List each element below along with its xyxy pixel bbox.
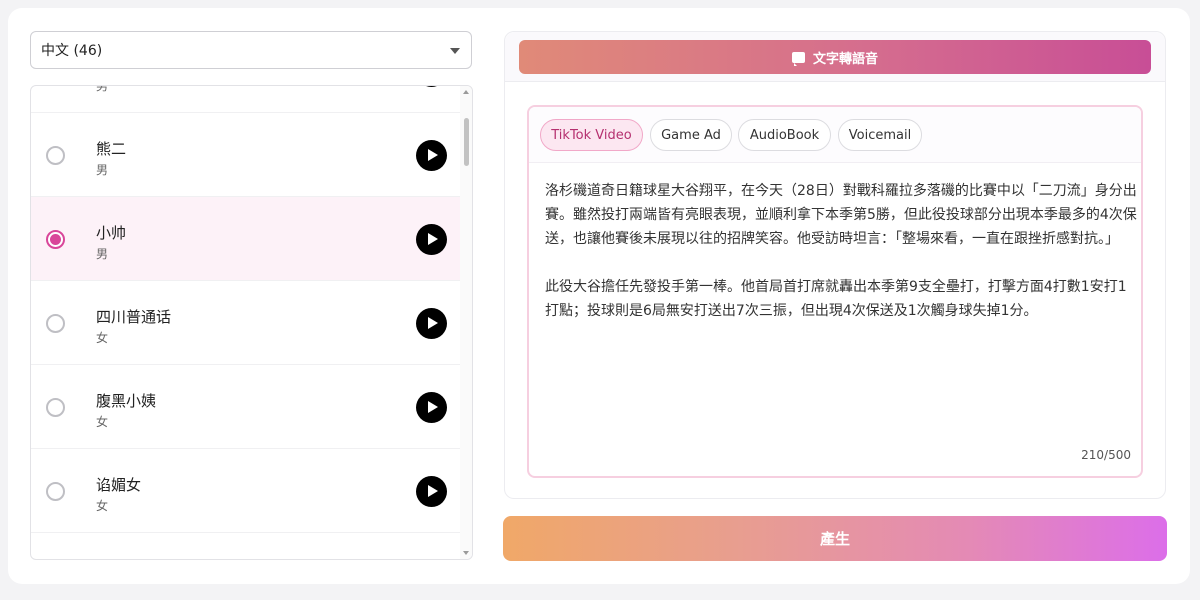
char-count: 210/500 <box>1081 448 1131 462</box>
chat-bubble-icon <box>791 51 805 63</box>
language-select-value: 中文 (46) <box>41 43 103 59</box>
play-icon[interactable] <box>416 308 447 339</box>
tab-game-ad[interactable]: Game Ad <box>650 119 732 151</box>
voice-items: 男熊二男小帅男四川普通话女腹黑小姨女谄媚女女损乐妹妹 <box>31 85 461 559</box>
generate-button-label: 產生 <box>819 530 850 548</box>
voice-radio[interactable] <box>46 482 65 501</box>
voice-gender: 女 <box>96 499 109 513</box>
voice-item[interactable]: 腹黑小姨女 <box>31 365 461 449</box>
play-icon[interactable] <box>416 140 447 171</box>
play-icon[interactable] <box>416 476 447 507</box>
language-select[interactable]: 中文 (46) <box>30 31 472 69</box>
scroll-down-icon[interactable] <box>463 551 469 555</box>
voice-name: 熊二 <box>96 140 127 158</box>
panel-header: 文字轉語音 <box>505 32 1165 82</box>
voice-gender: 女 <box>96 415 109 429</box>
voice-item[interactable]: 男 <box>31 85 461 113</box>
scrollbar-thumb[interactable] <box>464 118 469 166</box>
voice-item[interactable]: 熊二男 <box>31 113 461 197</box>
tab-voicemail[interactable]: Voicemail <box>838 119 922 151</box>
voice-gender: 男 <box>96 85 109 93</box>
play-icon[interactable] <box>416 86 447 87</box>
tab-audiobook[interactable]: AudioBook <box>738 119 831 151</box>
voice-item[interactable]: 小帅男 <box>31 197 461 281</box>
voice-name: 损乐妹妹 <box>96 558 156 559</box>
tts-header-label: 文字轉語音 <box>812 51 878 67</box>
generate-button[interactable]: 產生 <box>503 516 1167 561</box>
voice-radio[interactable] <box>46 146 65 165</box>
voice-name: 小帅 <box>96 224 127 242</box>
voice-item[interactable]: 损乐妹妹 <box>31 533 461 559</box>
voice-gender: 女 <box>96 331 109 345</box>
voice-name: 腹黑小姨 <box>96 392 157 410</box>
tts-header-button[interactable]: 文字轉語音 <box>519 40 1151 74</box>
tab-tiktok-video[interactable]: TikTok Video <box>540 119 643 151</box>
play-icon[interactable] <box>416 224 447 255</box>
voice-radio[interactable] <box>46 314 65 333</box>
voice-radio[interactable] <box>46 398 65 417</box>
voice-list[interactable]: 男熊二男小帅男四川普通话女腹黑小姨女谄媚女女损乐妹妹 <box>30 85 473 560</box>
text-editor: TikTok Video Game Ad AudioBook Voicemail… <box>527 105 1143 478</box>
preset-tabs: TikTok Video Game Ad AudioBook Voicemail <box>529 107 1141 163</box>
chevron-down-icon <box>450 48 460 54</box>
voice-name: 谄媚女 <box>96 476 142 494</box>
voice-radio[interactable] <box>46 230 65 249</box>
voice-gender: 男 <box>96 163 109 177</box>
voice-gender: 男 <box>96 247 109 261</box>
text-input[interactable]: 洛杉磯道奇日籍球星大谷翔平，在今天（28日）對戰科羅拉多落磯的比賽中以「二刀流」… <box>545 179 1137 439</box>
voice-item[interactable]: 四川普通话女 <box>31 281 461 365</box>
play-icon[interactable] <box>416 392 447 423</box>
tts-panel: 文字轉語音 TikTok Video Game Ad AudioBook Voi… <box>504 31 1166 499</box>
voice-item[interactable]: 谄媚女女 <box>31 449 461 533</box>
voice-name: 四川普通话 <box>96 308 172 326</box>
voice-list-scrollbar[interactable] <box>460 86 472 559</box>
scroll-up-icon[interactable] <box>463 90 469 94</box>
